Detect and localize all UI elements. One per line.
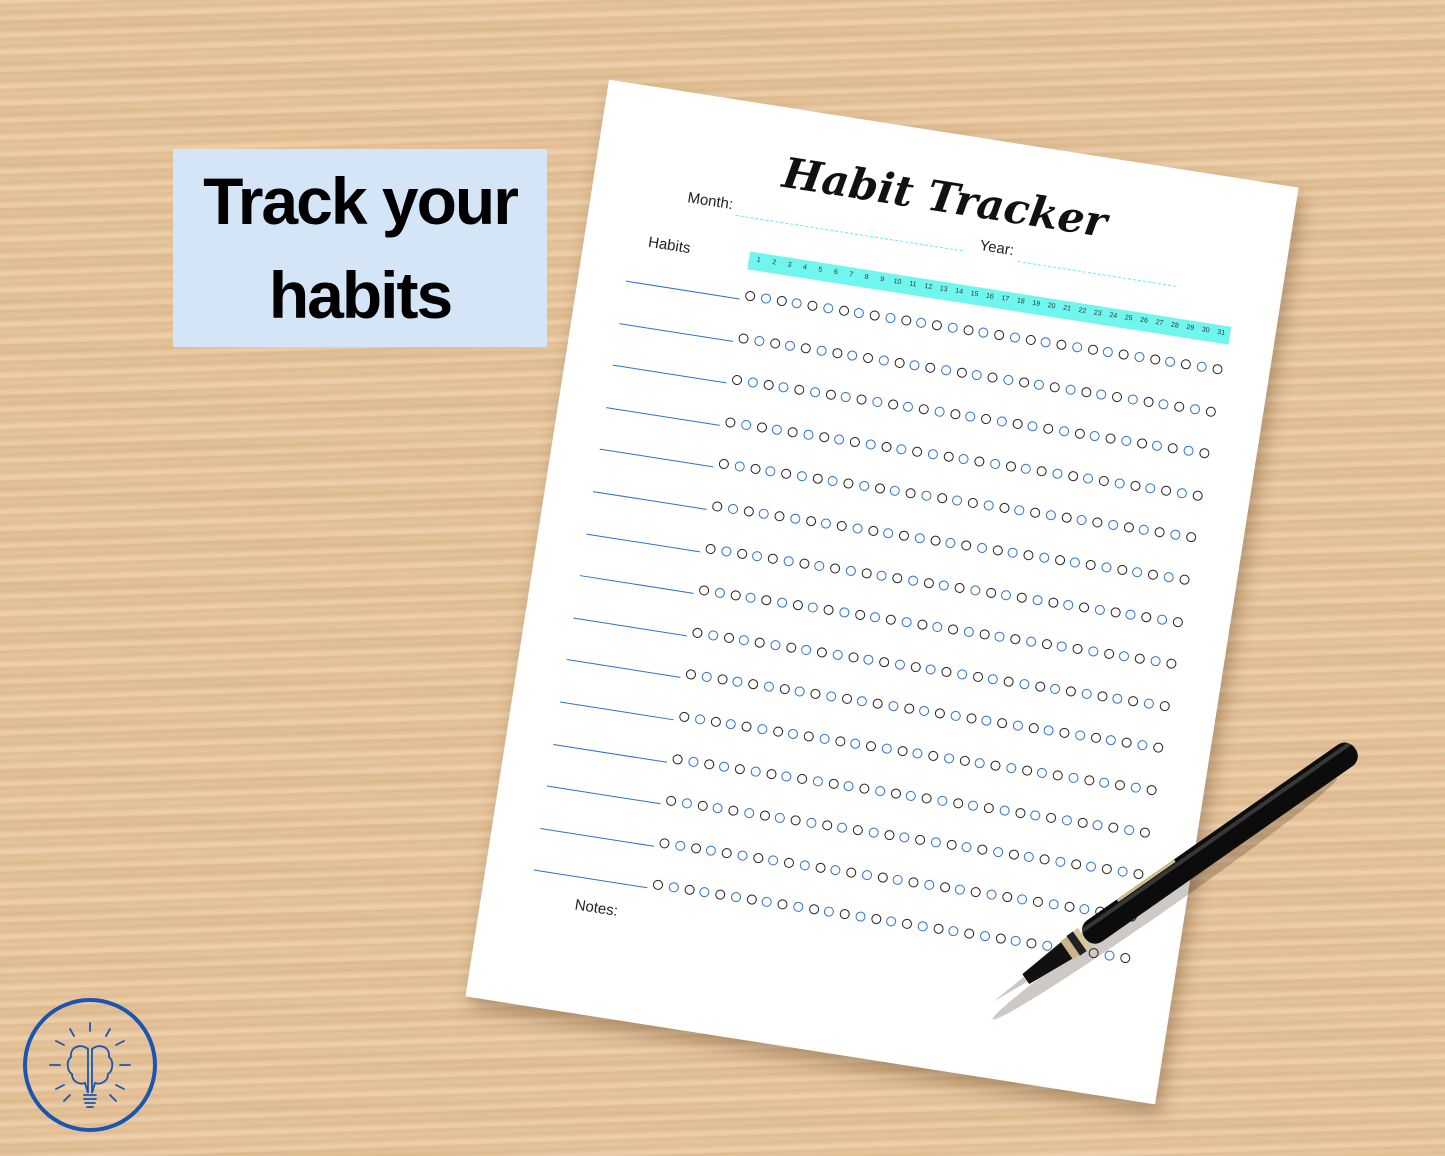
pen (992, 741, 1358, 1020)
